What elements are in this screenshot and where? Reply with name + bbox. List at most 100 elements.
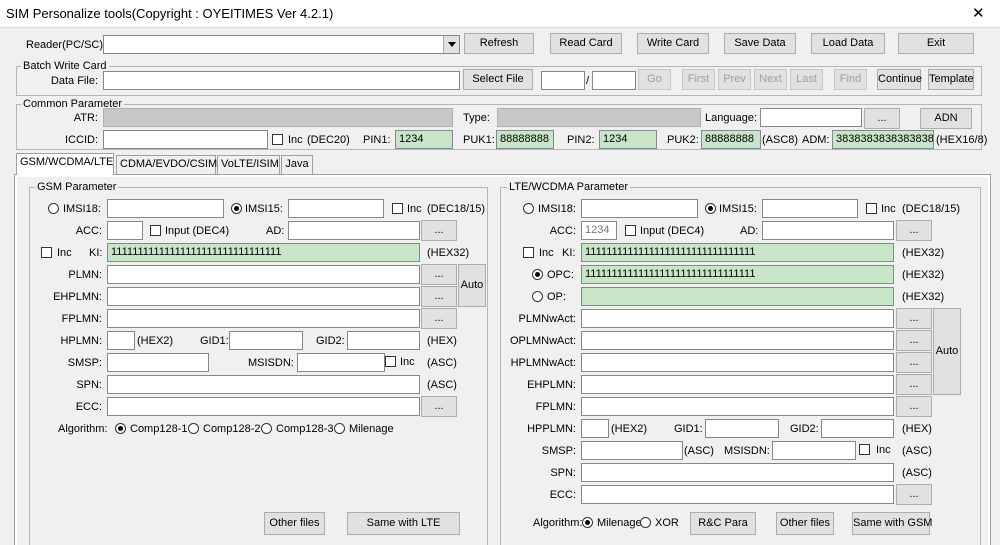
lte-same-with-gsm-button[interactable]: Same with GSM <box>852 512 932 535</box>
lte-opc-radio[interactable] <box>532 269 543 280</box>
gsm-msisdn-inc-checkbox[interactable] <box>385 356 396 367</box>
gsm-hplmn-input[interactable] <box>107 331 135 350</box>
prev-button[interactable]: Prev <box>718 69 751 90</box>
iccid-inc-checkbox[interactable] <box>272 134 283 145</box>
gsm-alg-milenage-radio[interactable] <box>334 423 345 434</box>
lte-imsi-inc-checkbox[interactable] <box>866 203 877 214</box>
lte-acc-input-checkbox[interactable] <box>625 225 636 236</box>
lte-gid2-input[interactable] <box>821 419 894 438</box>
gsm-ad-browse-button[interactable]: ... <box>421 220 457 241</box>
gsm-auto-button[interactable]: Auto <box>458 264 486 307</box>
gsm-plmn-input[interactable] <box>107 265 420 284</box>
gsm-acc-input-checkbox[interactable] <box>150 225 161 236</box>
gsm-fplmn-browse-button[interactable]: ... <box>421 308 457 329</box>
gsm-alg-comp128-1-radio[interactable] <box>115 423 126 434</box>
lte-gid1-input[interactable] <box>705 419 779 438</box>
lte-hplmnwact-browse-button[interactable]: ... <box>896 352 932 373</box>
gsm-ecc-input[interactable] <box>107 397 420 416</box>
last-button[interactable]: Last <box>790 69 823 90</box>
lte-ehplmn-input[interactable] <box>581 375 894 394</box>
tab-java[interactable]: Java <box>281 155 313 174</box>
lte-ki-input[interactable]: 11111111111111111111111111111111 <box>581 243 894 262</box>
template-button[interactable]: Template <box>928 69 974 90</box>
tab-gsm-wcdma-lte[interactable]: GSM/WCDMA/LTE <box>16 153 114 175</box>
lte-op-input[interactable] <box>581 287 894 306</box>
pin2-input[interactable]: 1234 <box>599 130 657 149</box>
gsm-same-with-lte-button[interactable]: Same with LTE <box>347 512 460 535</box>
write-card-button[interactable]: Write Card <box>637 33 709 54</box>
gsm-ehplmn-input[interactable] <box>107 287 420 306</box>
pin1-input[interactable]: 1234 <box>395 130 453 149</box>
lte-imsi18-input[interactable] <box>581 199 698 218</box>
lte-ki-inc-checkbox[interactable] <box>523 247 534 258</box>
read-card-button[interactable]: Read Card <box>550 33 622 54</box>
gsm-other-files-button[interactable]: Other files <box>264 512 325 535</box>
batch-range-to[interactable] <box>592 71 636 90</box>
adn-button[interactable]: ADN <box>920 108 972 129</box>
continue-button[interactable]: Continue <box>877 69 922 90</box>
language-browse-button[interactable]: ... <box>864 108 900 129</box>
save-data-button[interactable]: Save Data <box>724 33 796 54</box>
gsm-imsi18-radio[interactable] <box>48 203 59 214</box>
gsm-ad-input[interactable] <box>288 221 420 240</box>
lte-imsi15-radio[interactable] <box>705 203 716 214</box>
iccid-input[interactable] <box>103 130 268 149</box>
gsm-alg-comp128-3-radio[interactable] <box>261 423 272 434</box>
gsm-ki-inc-checkbox[interactable] <box>41 247 52 258</box>
gsm-gid2-input[interactable] <box>347 331 420 350</box>
lte-spn-input[interactable] <box>581 463 894 482</box>
lte-rc-para-button[interactable]: R&C Para <box>690 512 756 535</box>
lte-plmnwact-input[interactable] <box>581 309 894 328</box>
gsm-plmn-browse-button[interactable]: ... <box>421 264 457 285</box>
refresh-button[interactable]: Refresh <box>464 33 534 54</box>
lte-alg-xor-radio[interactable] <box>640 517 651 528</box>
data-file-input[interactable] <box>103 71 460 90</box>
gsm-msisdn-input[interactable] <box>297 353 385 372</box>
lte-hplmnwact-input[interactable] <box>581 353 894 372</box>
lte-msisdn-inc-checkbox[interactable] <box>859 444 870 455</box>
gsm-ki-input[interactable]: 11111111111111111111111111111111 <box>107 243 420 262</box>
lte-ecc-input[interactable] <box>581 485 894 504</box>
puk2-input[interactable]: 88888888 <box>701 130 761 149</box>
tab-cdma-evdo-csim[interactable]: CDMA/EVDO/CSIM <box>116 155 217 174</box>
reader-dropdown-button[interactable] <box>443 36 459 53</box>
gsm-imsi15-radio[interactable] <box>231 203 242 214</box>
lte-oplmnwact-browse-button[interactable]: ... <box>896 330 932 351</box>
gsm-spn-input[interactable] <box>107 375 420 394</box>
language-input[interactable] <box>760 108 862 127</box>
lte-ehplmn-browse-button[interactable]: ... <box>896 374 932 395</box>
lte-op-radio[interactable] <box>532 291 543 302</box>
close-icon[interactable]: ✕ <box>972 4 985 22</box>
find-button[interactable]: Find <box>834 69 867 90</box>
batch-range-from[interactable] <box>541 71 585 90</box>
adm-input[interactable]: 3838383838383838 <box>832 130 934 149</box>
gsm-alg-comp128-2-radio[interactable] <box>188 423 199 434</box>
lte-fplmn-browse-button[interactable]: ... <box>896 396 932 417</box>
lte-oplmnwact-input[interactable] <box>581 331 894 350</box>
lte-imsi15-input[interactable] <box>762 199 858 218</box>
lte-fplmn-input[interactable] <box>581 397 894 416</box>
gsm-imsi18-input[interactable] <box>107 199 224 218</box>
gsm-fplmn-input[interactable] <box>107 309 420 328</box>
lte-msisdn-input[interactable] <box>772 441 856 460</box>
gsm-gid1-input[interactable] <box>229 331 303 350</box>
lte-opc-input[interactable]: 11111111111111111111111111111111 <box>581 265 894 284</box>
lte-plmnwact-browse-button[interactable]: ... <box>896 308 932 329</box>
exit-button[interactable]: Exit <box>898 33 974 54</box>
load-data-button[interactable]: Load Data <box>811 33 885 54</box>
first-button[interactable]: First <box>682 69 715 90</box>
lte-ad-input[interactable] <box>762 221 894 240</box>
gsm-acc-input[interactable] <box>107 221 143 240</box>
lte-ecc-browse-button[interactable]: ... <box>896 484 932 505</box>
select-file-button[interactable]: Select File <box>463 69 533 90</box>
gsm-imsi15-input[interactable] <box>288 199 384 218</box>
next-button[interactable]: Next <box>754 69 787 90</box>
go-button[interactable]: Go <box>638 69 671 90</box>
gsm-imsi-inc-checkbox[interactable] <box>392 203 403 214</box>
gsm-ehplmn-browse-button[interactable]: ... <box>421 286 457 307</box>
tab-volte-isim[interactable]: VoLTE/ISIM <box>217 155 280 174</box>
gsm-ecc-browse-button[interactable]: ... <box>421 396 457 417</box>
puk1-input[interactable]: 88888888 <box>496 130 554 149</box>
gsm-smsp-input[interactable] <box>107 353 209 372</box>
reader-select[interactable] <box>103 35 460 54</box>
